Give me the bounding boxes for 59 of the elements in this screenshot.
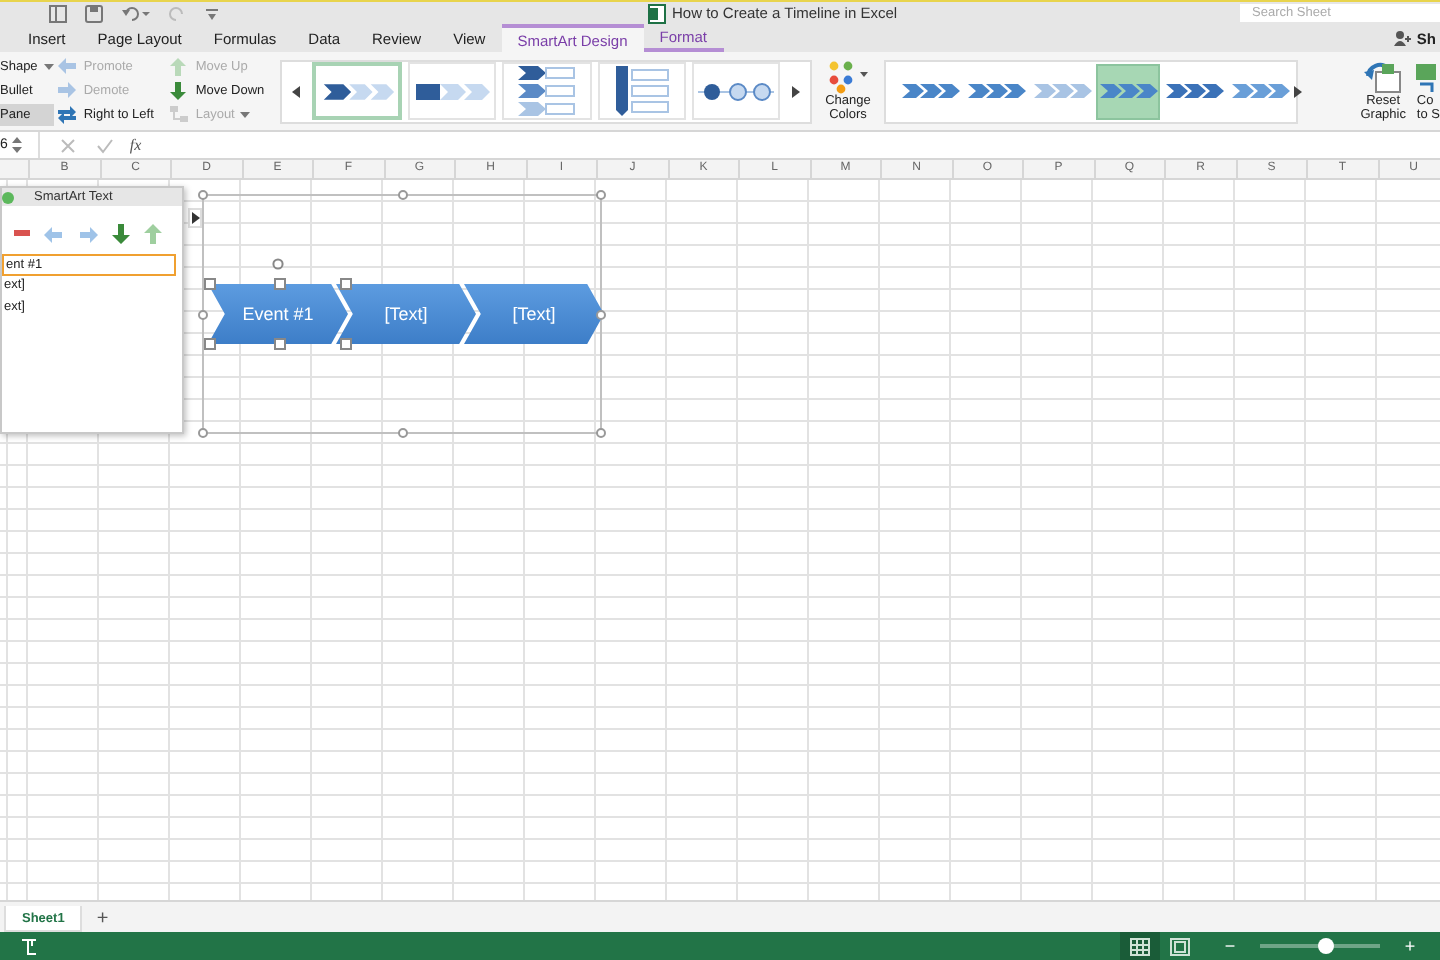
- resize-handle[interactable]: [340, 338, 352, 350]
- resize-handle[interactable]: [198, 310, 208, 320]
- zoom-in-button[interactable]: +: [1396, 936, 1424, 956]
- dropdown-caret-icon: [43, 63, 54, 71]
- resize-handle[interactable]: [596, 190, 606, 200]
- resize-handle[interactable]: [274, 278, 286, 290]
- normal-view-button[interactable]: [1120, 932, 1160, 960]
- slider-thumb[interactable]: [1318, 938, 1334, 954]
- remove-icon[interactable]: [14, 230, 30, 238]
- rotate-handle[interactable]: [272, 258, 284, 270]
- smartart-frame[interactable]: Event #1 [Text] [Text]: [202, 194, 602, 434]
- swap-arrows-icon: [55, 104, 78, 126]
- save-icon[interactable]: [84, 3, 104, 23]
- page-icon: [1170, 937, 1190, 955]
- resize-handle[interactable]: [198, 428, 208, 438]
- up-arrow-icon: [167, 56, 190, 78]
- layout-thumbnail[interactable]: [312, 62, 403, 120]
- function-button[interactable]: fx: [129, 136, 142, 154]
- excel-file-icon: [648, 3, 666, 23]
- resize-handle[interactable]: [398, 190, 408, 200]
- undo-icon[interactable]: [120, 3, 152, 23]
- enter-icon[interactable]: [95, 137, 114, 153]
- chevron-shape[interactable]: [Text]: [336, 284, 476, 344]
- right-arrow-icon[interactable]: [78, 225, 98, 243]
- cancel-icon[interactable]: [59, 137, 76, 153]
- layout-thumbnail[interactable]: [597, 62, 686, 120]
- expand-pane-button[interactable]: [188, 208, 202, 228]
- resize-handle[interactable]: [204, 338, 216, 350]
- add-sheet-button[interactable]: +: [82, 906, 123, 932]
- left-arrow-icon[interactable]: [44, 225, 64, 243]
- customize-icon[interactable]: [204, 3, 220, 23]
- hierarchy-icon: [167, 104, 190, 126]
- resize-handle[interactable]: [596, 428, 606, 438]
- down-arrow-icon[interactable]: [112, 224, 130, 244]
- left-arrow-icon: [55, 56, 78, 78]
- layout-thumbnail[interactable]: [502, 62, 592, 120]
- style-thumbnail[interactable]: [1095, 63, 1160, 119]
- stepper-icon: [11, 136, 22, 154]
- chevron-shape[interactable]: Event #1: [208, 284, 348, 344]
- layout-thumbnail[interactable]: [408, 62, 497, 120]
- zoom-out-button[interactable]: −: [1216, 936, 1244, 956]
- resize-handle[interactable]: [398, 428, 408, 438]
- resize-handle[interactable]: [198, 190, 208, 200]
- person-add-icon: [1394, 30, 1413, 46]
- resize-handle[interactable]: [340, 278, 352, 290]
- reset-picture-icon: [1363, 60, 1404, 94]
- color-palette-icon: [825, 60, 870, 94]
- grid-icon: [1130, 937, 1150, 955]
- dropdown-caret-icon: [240, 111, 251, 119]
- down-arrow-icon: [167, 80, 190, 102]
- window-button-icon[interactable]: [2, 191, 14, 203]
- macro-record-icon[interactable]: [20, 937, 38, 955]
- sidebar-icon[interactable]: [48, 3, 68, 23]
- chevron-shape[interactable]: [Text]: [464, 284, 604, 344]
- layout-thumbnail[interactable]: [692, 62, 781, 120]
- resize-handle[interactable]: [204, 278, 216, 290]
- shapes-icon: [1416, 60, 1437, 94]
- resize-handle[interactable]: [274, 338, 286, 350]
- right-arrow-icon: [55, 80, 78, 102]
